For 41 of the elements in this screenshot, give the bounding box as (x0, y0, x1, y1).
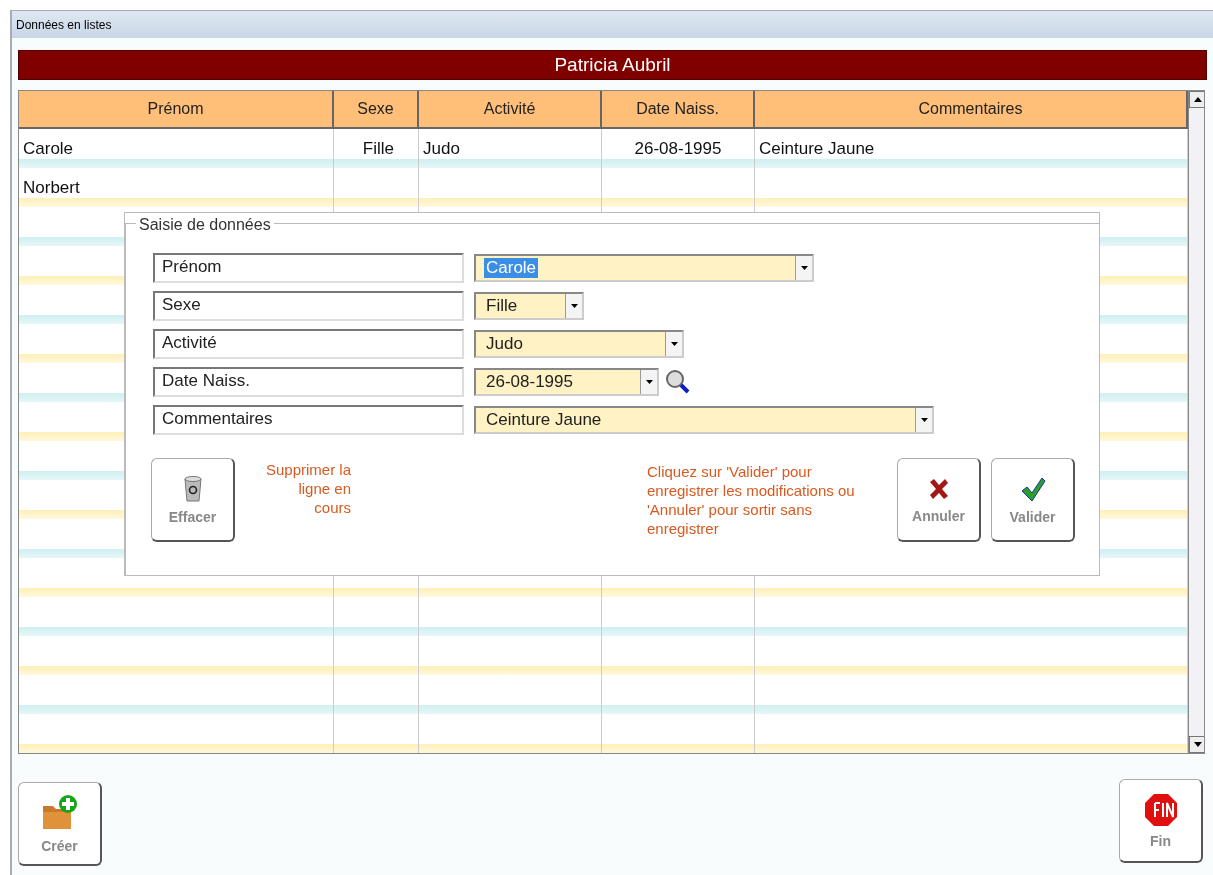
table-cell: Norbert (19, 168, 334, 207)
confirm-hint: Cliquez sur 'Valider' pour enregistrer les modifications ou 'Annuler' pour sortir sans enregistrer (647, 462, 856, 538)
dropdown-field[interactable]: Judo (474, 330, 684, 358)
dropdown-field[interactable]: 26-08-1995 (474, 368, 659, 396)
column-header[interactable]: Activité (419, 91, 602, 129)
field-label: Prénom (153, 253, 464, 283)
search-icon[interactable] (665, 369, 691, 395)
validate-button[interactable]: Valider (991, 458, 1075, 542)
stop-sign-icon (1143, 792, 1178, 827)
trash-icon (182, 474, 203, 503)
delete-button[interactable]: Effacer (151, 458, 235, 542)
create-button[interactable]: Créer (18, 782, 102, 866)
dropdown-arrow-icon[interactable] (570, 304, 578, 308)
dropdown-arrow-icon[interactable] (920, 418, 928, 422)
folder-add-icon (40, 793, 79, 832)
delete-hint: Supprimer la ligne en cours (264, 460, 351, 517)
dropdown-field[interactable]: Ceinture Jaune (474, 406, 934, 434)
column-header[interactable]: Prénom (19, 91, 334, 129)
scroll-down-icon[interactable] (1193, 742, 1202, 747)
table-cell: Carole (19, 129, 334, 168)
scroll-up-icon[interactable] (1193, 97, 1202, 102)
column-header[interactable]: Commentaires (755, 91, 1188, 129)
name-banner: Patricia Aubril (18, 50, 1207, 80)
table-cell: Judo (419, 129, 602, 168)
column-header[interactable]: Date Naiss. (602, 91, 755, 129)
table-cell: Fille (334, 129, 419, 168)
dropdown-arrow-icon[interactable] (645, 380, 653, 384)
field-label: Date Naiss. (153, 367, 464, 397)
column-header[interactable]: Sexe (334, 91, 419, 129)
cancel-button[interactable]: Annuler (897, 458, 981, 542)
dropdown-field[interactable]: Fille (474, 292, 584, 320)
end-button[interactable]: Fin (1119, 779, 1203, 863)
table-cell: Ceinture Jaune (755, 129, 1188, 168)
window-title: Données en listes (12, 11, 1213, 38)
field-label: Sexe (153, 291, 464, 321)
scrollbar[interactable] (1188, 91, 1204, 753)
field-label: Commentaires (153, 405, 464, 435)
table-cell: 26-08-1995 (602, 129, 755, 168)
dropdown-arrow-icon[interactable] (670, 342, 678, 346)
field-label: Activité (153, 329, 464, 359)
dropdown-arrow-icon[interactable] (800, 266, 808, 270)
